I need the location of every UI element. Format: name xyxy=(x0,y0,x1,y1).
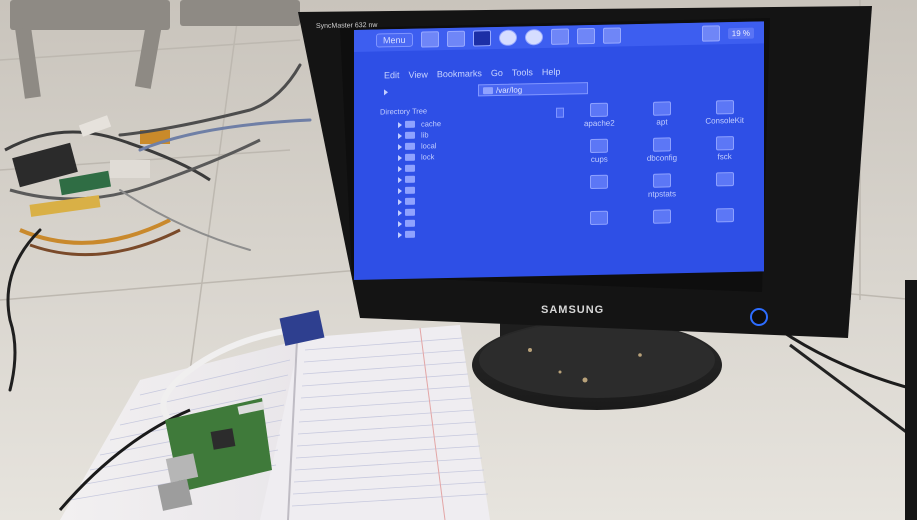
folder-item[interactable]: ConsoleKit xyxy=(693,100,756,133)
folder-item-label: cups xyxy=(590,154,608,165)
folder-item-label: ConsoleKit xyxy=(705,115,744,126)
folder-item[interactable] xyxy=(568,174,631,207)
taskbar-app-icon[interactable] xyxy=(420,31,439,48)
folder-item[interactable] xyxy=(693,172,756,205)
folder-icon xyxy=(405,219,415,227)
folder-icon xyxy=(652,101,671,116)
folder-item[interactable]: ntpstats xyxy=(631,173,694,206)
folder-icon xyxy=(652,173,671,188)
folder-item[interactable]: apt xyxy=(631,101,694,134)
monitor-brand-text: SAMSUNG xyxy=(541,304,604,316)
settings-gear-icon[interactable] xyxy=(498,29,517,46)
expand-arrow-icon[interactable] xyxy=(398,187,402,194)
folder-item[interactable]: apache2 xyxy=(568,102,631,135)
scrollbar-up-arrow[interactable] xyxy=(556,107,564,118)
expand-arrow-icon[interactable] xyxy=(398,198,402,205)
expand-arrow-icon[interactable] xyxy=(398,165,402,172)
folder-icon xyxy=(590,174,609,190)
folder-icon xyxy=(405,131,415,139)
tree-item-label: lib xyxy=(421,130,429,140)
location-path: /var/log xyxy=(496,84,523,95)
taskbar-app-icon[interactable] xyxy=(602,27,621,44)
folder-item[interactable] xyxy=(693,208,756,241)
folder-icon xyxy=(483,86,493,94)
expand-arrow-icon[interactable] xyxy=(398,154,402,161)
menu-edit[interactable]: Edit xyxy=(384,70,400,80)
folder-icon xyxy=(405,208,415,216)
folder-icon xyxy=(405,120,415,128)
expand-arrow-icon[interactable] xyxy=(398,121,402,128)
expand-arrow-icon[interactable] xyxy=(398,143,402,150)
folder-icon xyxy=(405,186,415,194)
menu-view[interactable]: View xyxy=(409,69,428,79)
folder-item-label: ntpstats xyxy=(647,189,676,199)
folder-item-label: dbconfig xyxy=(646,153,678,163)
folder-icon xyxy=(715,172,734,187)
volume-icon[interactable] xyxy=(701,25,720,42)
start-menu-button[interactable]: Menu xyxy=(376,32,413,48)
menu-tools[interactable]: Tools xyxy=(512,67,533,77)
taskbar-app-icon[interactable] xyxy=(446,30,465,48)
folder-icon xyxy=(405,142,415,150)
folder-icon xyxy=(590,138,609,154)
taskbar-app-icon[interactable] xyxy=(550,28,569,45)
folder-icon xyxy=(715,136,734,151)
folder-item-label: fsck xyxy=(717,152,732,162)
file-icon-grid: apache2 apt ConsoleKit cups dbconfig fsc… xyxy=(568,100,756,276)
folder-icon xyxy=(405,153,415,161)
taskbar-app-icon[interactable] xyxy=(576,27,595,45)
tree-item[interactable] xyxy=(380,226,550,241)
menu-go[interactable]: Go xyxy=(491,68,503,78)
directory-tree-pane: Directory Tree cache lib local lock xyxy=(380,104,550,280)
monitor-screen: Menu 19 % Edit View Bookmarks Go Tools H… xyxy=(354,21,764,281)
browser-icon[interactable] xyxy=(524,29,543,46)
folder-icon xyxy=(590,210,609,226)
expand-arrow-icon[interactable] xyxy=(398,209,402,216)
cpu-usage-indicator: 19 % xyxy=(727,27,754,39)
folder-item[interactable] xyxy=(568,210,631,243)
tree-item-label: local xyxy=(421,141,437,151)
folder-item[interactable]: dbconfig xyxy=(631,137,694,170)
expand-arrow-icon[interactable] xyxy=(398,176,402,183)
location-field[interactable]: /var/log xyxy=(478,82,588,97)
back-arrow-icon[interactable] xyxy=(384,89,388,96)
folder-icon xyxy=(405,175,415,183)
folder-item-label: apache2 xyxy=(583,118,615,129)
menu-help[interactable]: Help xyxy=(542,67,561,77)
folder-item-label: apt xyxy=(656,117,668,127)
folder-icon xyxy=(405,164,415,172)
expand-arrow-icon[interactable] xyxy=(398,220,402,227)
folder-item[interactable] xyxy=(631,209,694,242)
folder-icon xyxy=(652,137,671,152)
folder-icon xyxy=(715,208,734,223)
folder-icon xyxy=(715,100,734,115)
expand-arrow-icon[interactable] xyxy=(398,231,402,238)
folder-item[interactable]: cups xyxy=(568,138,631,171)
menu-bookmarks[interactable]: Bookmarks xyxy=(437,68,482,79)
folder-icon xyxy=(405,230,415,238)
terminal-icon[interactable] xyxy=(472,30,491,47)
tree-item-label: cache xyxy=(421,119,442,129)
folder-icon xyxy=(405,197,415,205)
folder-icon xyxy=(590,102,609,118)
folder-item[interactable]: fsck xyxy=(693,136,756,169)
folder-icon xyxy=(652,209,671,224)
expand-arrow-icon[interactable] xyxy=(398,132,402,139)
tree-item-label: lock xyxy=(421,152,435,162)
power-button-icon xyxy=(750,308,768,326)
directory-tree-heading: Directory Tree xyxy=(380,106,428,117)
